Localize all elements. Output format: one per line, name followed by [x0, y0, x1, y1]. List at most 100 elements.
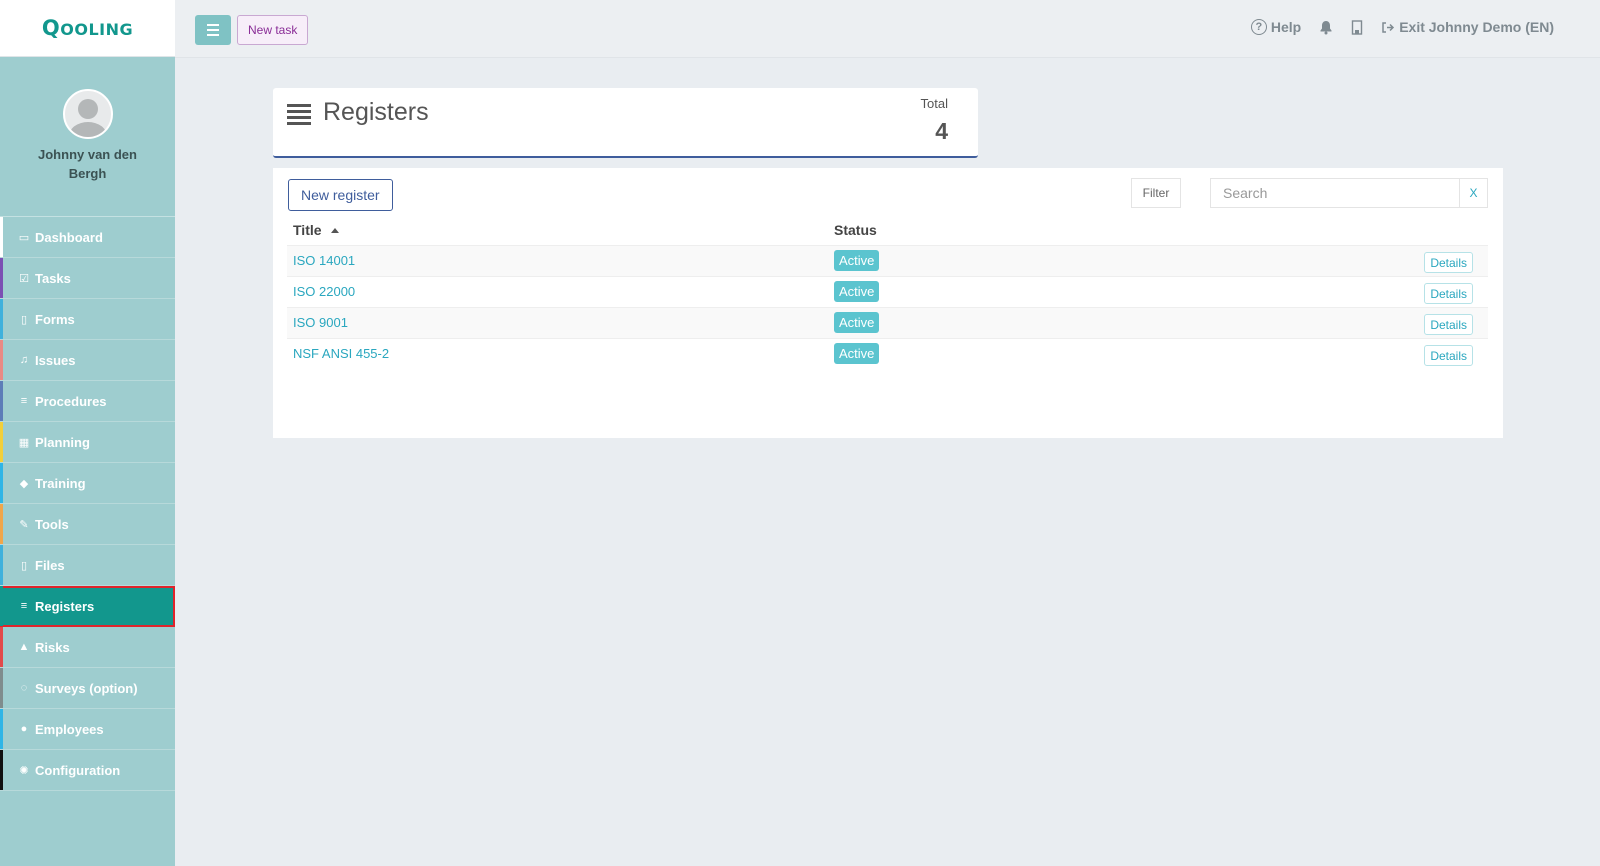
gear-icon: ✺	[19, 764, 29, 777]
sidebar-item-label: Tools	[35, 516, 69, 532]
sidebar-item-tasks[interactable]: ☑ Tasks	[0, 258, 175, 299]
sidebar-item-label: Dashboard	[35, 229, 103, 245]
sidebar-item-stripe	[0, 422, 3, 462]
bell-icon: ♫	[19, 354, 29, 366]
sign-out-icon	[1382, 21, 1395, 33]
search-input[interactable]	[1210, 178, 1460, 208]
sidebar-item-stripe	[0, 545, 3, 585]
calendar-icon: ▦	[18, 436, 30, 449]
new-register-button[interactable]: New register	[288, 179, 393, 211]
sidebar-item-stripe	[0, 586, 3, 626]
details-button[interactable]: Details	[1424, 283, 1473, 304]
comment-icon: ◌	[20, 682, 28, 694]
clear-search-button[interactable]: X	[1459, 178, 1488, 208]
building-icon	[1352, 19, 1363, 35]
sidebar-item-files[interactable]: ▯ Files	[0, 545, 175, 586]
sidebar-item-label: Surveys (option)	[35, 680, 138, 696]
details-button[interactable]: Details	[1424, 252, 1473, 273]
sidebar-item-label: Configuration	[35, 762, 121, 778]
sidebar-item-label: Procedures	[35, 393, 107, 409]
register-title-link[interactable]: NSF ANSI 455-2	[293, 346, 389, 361]
topbar-actions: ? Help Exit Johnny Demo (EN)	[1250, 19, 1554, 35]
table-row: NSF ANSI 455-2 Active Details	[287, 338, 1488, 369]
app-logo[interactable]: QOOLING	[42, 16, 133, 40]
user-profile: Johnny van den Bergh	[0, 57, 175, 216]
sidebar-item-stripe	[0, 299, 3, 339]
sidebar-item-label: Registers	[35, 598, 95, 614]
sidebar-nav: ▭ Dashboard ☑ Tasks ▯ Forms ♫ Issues ≡ Procedures…	[0, 216, 175, 791]
sidebar-item-stripe	[0, 340, 3, 380]
sidebar-item-label: Tasks	[35, 270, 71, 286]
registers-panel: New register Filter X Title Status ISO 1…	[273, 168, 1503, 438]
sidebar: QOOLING Johnny van den Bergh ▭ Dashboard ☑…	[0, 0, 175, 866]
sidebar-item-label: Files	[35, 557, 65, 573]
profile-name: Johnny van den Bergh	[38, 147, 137, 181]
notifications-button[interactable]	[1319, 20, 1333, 35]
sidebar-item-stripe	[0, 709, 3, 749]
help-label: Help	[1270, 19, 1302, 35]
column-title-label: Title	[293, 222, 322, 238]
register-title-link[interactable]: ISO 22000	[293, 284, 355, 299]
registers-header: Registers Total 4	[273, 88, 978, 158]
page-title: Registers	[323, 98, 429, 126]
details-button[interactable]: Details	[1424, 314, 1473, 335]
sidebar-item-stripe	[0, 217, 3, 257]
sort-ascending-icon	[330, 227, 339, 233]
help-link[interactable]: ? Help	[1250, 19, 1302, 35]
sidebar-item-risks[interactable]: ▲ Risks	[0, 627, 175, 668]
list-icon: ≡	[20, 395, 28, 407]
sidebar-item-stripe	[0, 627, 3, 667]
list-icon: ≡	[20, 600, 28, 612]
bell-icon	[1320, 20, 1332, 34]
table-row: ISO 9001 Active Details	[287, 307, 1488, 338]
status-badge: Active	[834, 343, 880, 364]
wrench-icon: ✎	[19, 518, 29, 531]
sidebar-item-stripe	[0, 258, 3, 298]
exit-button[interactable]: Exit Johnny Demo (EN)	[1381, 19, 1554, 35]
registers-table: ISO 14001 Active Details ISO 22000 Active Det…	[287, 245, 1488, 369]
help-icon: ?	[1250, 19, 1267, 35]
sidebar-item-label: Employees	[35, 721, 104, 737]
avatar[interactable]	[62, 89, 113, 139]
logo-box: QOOLING	[0, 0, 175, 57]
sidebar-item-procedures[interactable]: ≡ Procedures	[0, 381, 175, 422]
sidebar-item-configuration[interactable]: ✺ Configuration	[0, 750, 175, 791]
sidebar-item-label: Forms	[35, 311, 75, 327]
details-button[interactable]: Details	[1424, 345, 1473, 366]
sidebar-item-registers[interactable]: ≡ Registers	[0, 586, 175, 627]
sidebar-item-forms[interactable]: ▯ Forms	[0, 299, 175, 340]
status-badge: Active	[834, 250, 880, 271]
filter-button[interactable]: Filter	[1131, 178, 1181, 208]
monitor-icon: ▭	[18, 231, 30, 244]
status-badge: Active	[834, 281, 880, 302]
sidebar-item-planning[interactable]: ▦ Planning	[0, 422, 175, 463]
sidebar-item-label: Issues	[35, 352, 76, 368]
top-bar: New task ? Help Exit Johnny Demo (EN)	[175, 0, 1600, 58]
sidebar-item-stripe	[0, 381, 3, 421]
users-icon: ●	[20, 723, 28, 735]
sidebar-item-tools[interactable]: ✎ Tools	[0, 504, 175, 545]
building-button[interactable]	[1351, 19, 1363, 35]
sidebar-item-stripe	[0, 668, 3, 708]
sidebar-item-stripe	[0, 463, 3, 503]
graduation-cap-icon: ◆	[19, 477, 29, 490]
warning-icon: ▲	[18, 641, 30, 653]
sidebar-item-dashboard[interactable]: ▭ Dashboard	[0, 217, 175, 258]
sidebar-item-label: Planning	[35, 434, 90, 450]
status-badge: Active	[834, 312, 880, 333]
sidebar-item-issues[interactable]: ♫ Issues	[0, 340, 175, 381]
sidebar-item-label: Training	[35, 475, 86, 491]
register-title-link[interactable]: ISO 14001	[293, 253, 355, 268]
list-icon	[287, 104, 311, 128]
menu-toggle-button[interactable]	[195, 15, 231, 45]
table-row: ISO 22000 Active Details	[287, 276, 1488, 307]
new-task-button[interactable]: New task	[237, 15, 309, 45]
file-icon: ▯	[20, 313, 28, 326]
column-header-title[interactable]: Title	[293, 222, 339, 238]
register-title-link[interactable]: ISO 9001	[293, 315, 348, 330]
sidebar-item-surveys-option[interactable]: ◌ Surveys (option)	[0, 668, 175, 709]
sidebar-item-employees[interactable]: ● Employees	[0, 709, 175, 750]
sidebar-item-training[interactable]: ◆ Training	[0, 463, 175, 504]
pdf-file-icon: ▯	[20, 559, 28, 572]
column-header-status[interactable]: Status	[834, 222, 877, 238]
